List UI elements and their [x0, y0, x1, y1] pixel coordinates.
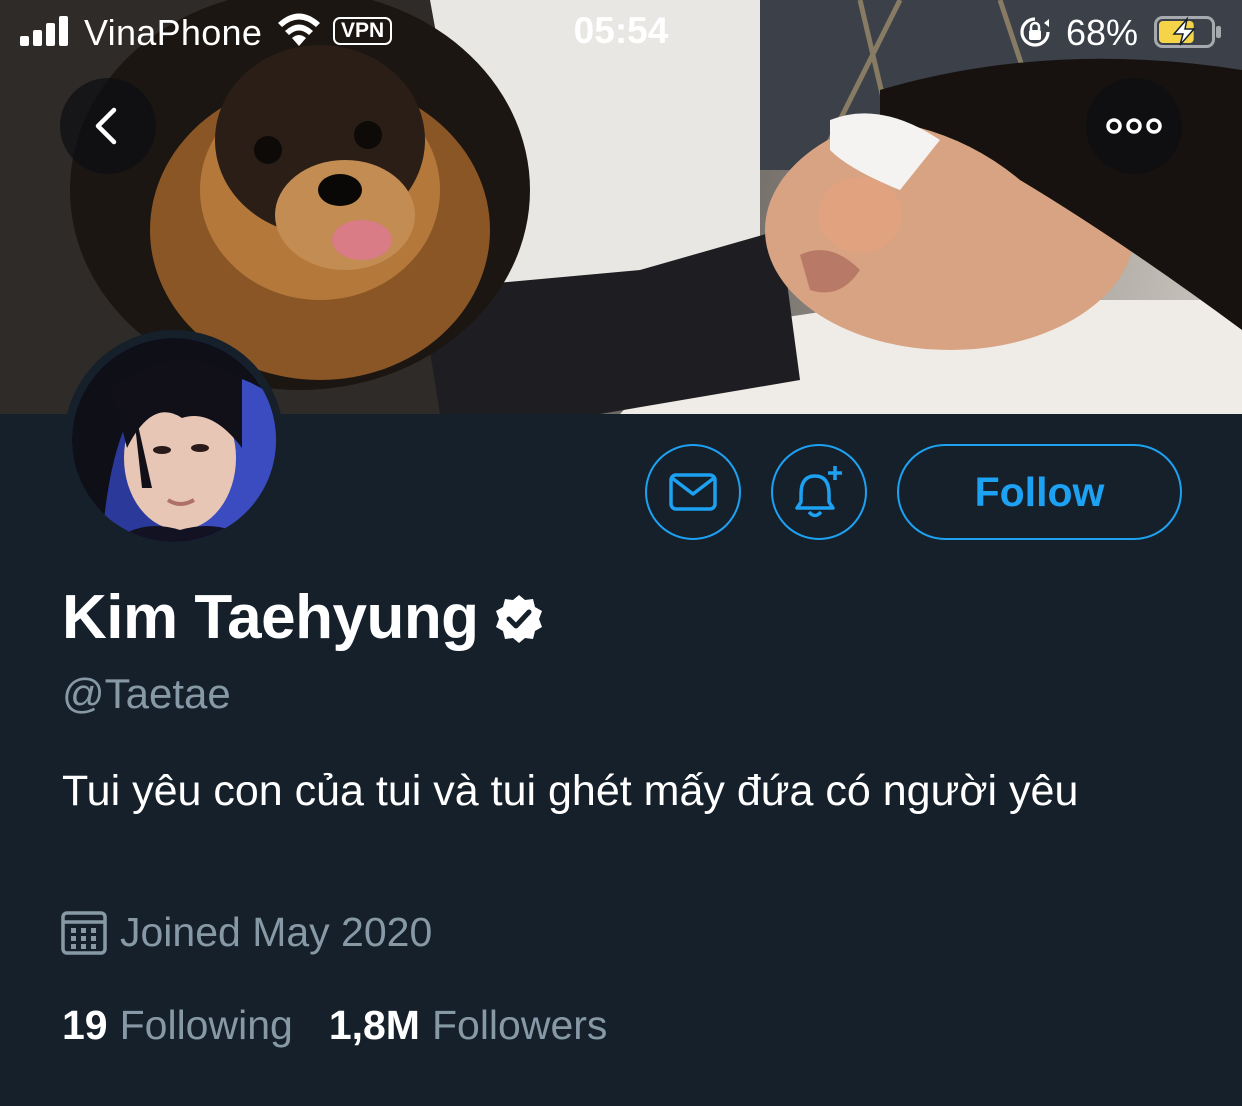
followers-label: Followers: [431, 1002, 608, 1048]
battery-icon: [1154, 16, 1221, 48]
joined-date: Joined May 2020: [120, 908, 433, 955]
more-horizontal-icon: [1106, 118, 1162, 134]
following-count: 19: [62, 1002, 108, 1048]
following-stat[interactable]: 19 Following: [62, 1002, 293, 1049]
handle: @Taetae: [62, 670, 231, 717]
verified-badge-icon: [495, 594, 542, 643]
followers-count: 1,8M: [328, 1002, 420, 1048]
avatar-image: [72, 338, 276, 542]
avatar[interactable]: [64, 330, 284, 550]
followers-stat[interactable]: 1,8M Followers: [329, 1002, 608, 1049]
back-button[interactable]: [60, 78, 156, 174]
message-button[interactable]: [645, 444, 741, 540]
stats-row: 19 Following 1,8M Followers: [62, 1002, 643, 1049]
carrier-name: VinaPhone: [84, 12, 263, 53]
battery-percent: 68%: [1066, 12, 1139, 53]
follow-button[interactable]: Follow: [897, 444, 1182, 540]
vpn-badge: VPN: [333, 17, 393, 45]
status-bar: VinaPhone VPN 05:54 68%: [0, 0, 1242, 64]
bell-plus-icon: [795, 466, 842, 518]
more-button[interactable]: [1086, 78, 1182, 174]
display-name: Kim Taehyung: [62, 583, 479, 652]
calendar-icon: [61, 911, 107, 955]
profile-screen: VinaPhone VPN 05:54 68% Follow Kim Taehy…: [0, 0, 1242, 1106]
notify-button[interactable]: [771, 444, 867, 540]
bio: Tui yêu con của tui và tui ghét mấy đứa …: [62, 767, 1079, 815]
following-label: Following: [119, 1002, 293, 1048]
display-name-row: Kim Taehyung: [62, 582, 545, 653]
wifi-icon: [278, 13, 320, 46]
joined-row: Joined May 2020: [60, 908, 432, 956]
chevron-left-icon: [95, 107, 117, 145]
rotation-lock-icon: [1020, 17, 1050, 47]
envelope-icon: [669, 473, 717, 511]
signal-icon: [20, 16, 72, 46]
